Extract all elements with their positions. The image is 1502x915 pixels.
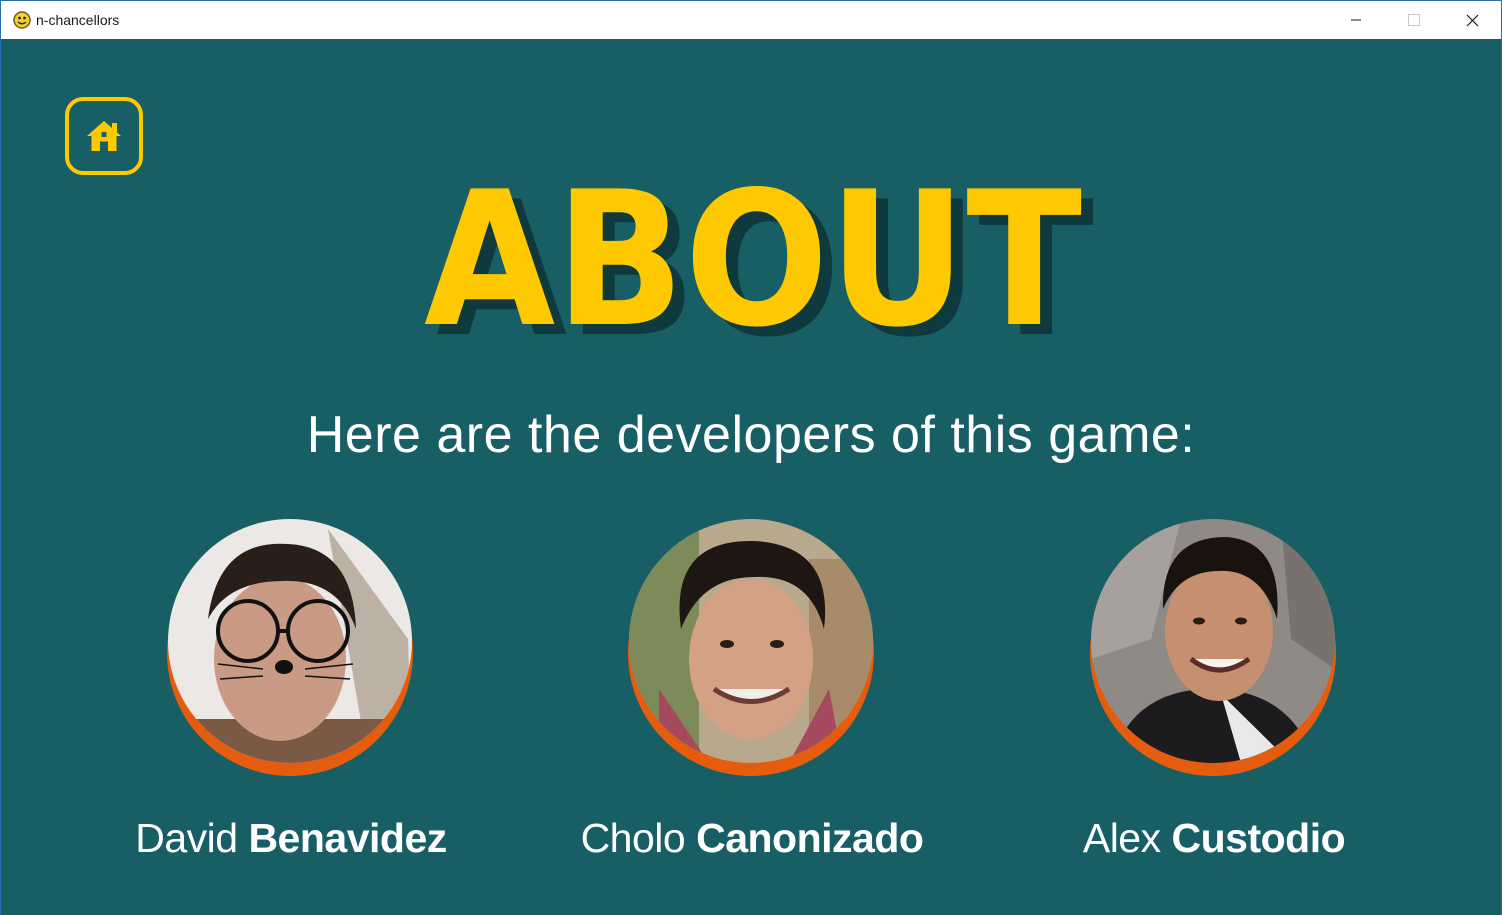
- developer-first-name: Cholo: [580, 815, 686, 861]
- developer-last-name: Custodio: [1171, 815, 1346, 861]
- developer-name: Cholo Canonizado: [542, 815, 962, 862]
- developer-name: Alex Custodio: [1004, 815, 1424, 862]
- game-canvas: ABOUT ABOUT Here are the developers of t…: [1, 39, 1501, 915]
- avatar-photo: [168, 519, 412, 763]
- developer-last-name: Benavidez: [248, 815, 447, 861]
- page-title: ABOUT ABOUT: [424, 151, 1094, 341]
- maximize-icon: [1408, 14, 1420, 26]
- avatar-photo: [1091, 519, 1335, 763]
- developer-last-name: Canonizado: [696, 815, 924, 861]
- avatar: [166, 517, 416, 779]
- minimize-icon: [1351, 19, 1361, 21]
- home-icon: [87, 121, 121, 151]
- close-button[interactable]: [1443, 1, 1501, 39]
- maximize-button[interactable]: [1385, 1, 1443, 39]
- title-bar[interactable]: n-chancellors: [1, 1, 1501, 39]
- window-title: n-chancellors: [36, 12, 120, 28]
- developer-first-name: David: [135, 815, 238, 861]
- page-subtitle: Here are the developers of this game:: [306, 406, 1196, 464]
- close-icon: [1466, 14, 1478, 26]
- page-title-text: ABOUT: [424, 151, 1082, 341]
- python-snake-icon: [13, 11, 31, 29]
- developer-first-name: Alex: [1082, 815, 1161, 861]
- minimize-button[interactable]: [1327, 1, 1385, 39]
- app-window: n-chancellors ABOUT ABOUT Here are the d…: [0, 0, 1502, 915]
- avatar: [1089, 517, 1339, 779]
- avatar: [627, 517, 877, 779]
- avatar-photo: [629, 519, 873, 763]
- developer-name: David Benavidez: [81, 815, 501, 862]
